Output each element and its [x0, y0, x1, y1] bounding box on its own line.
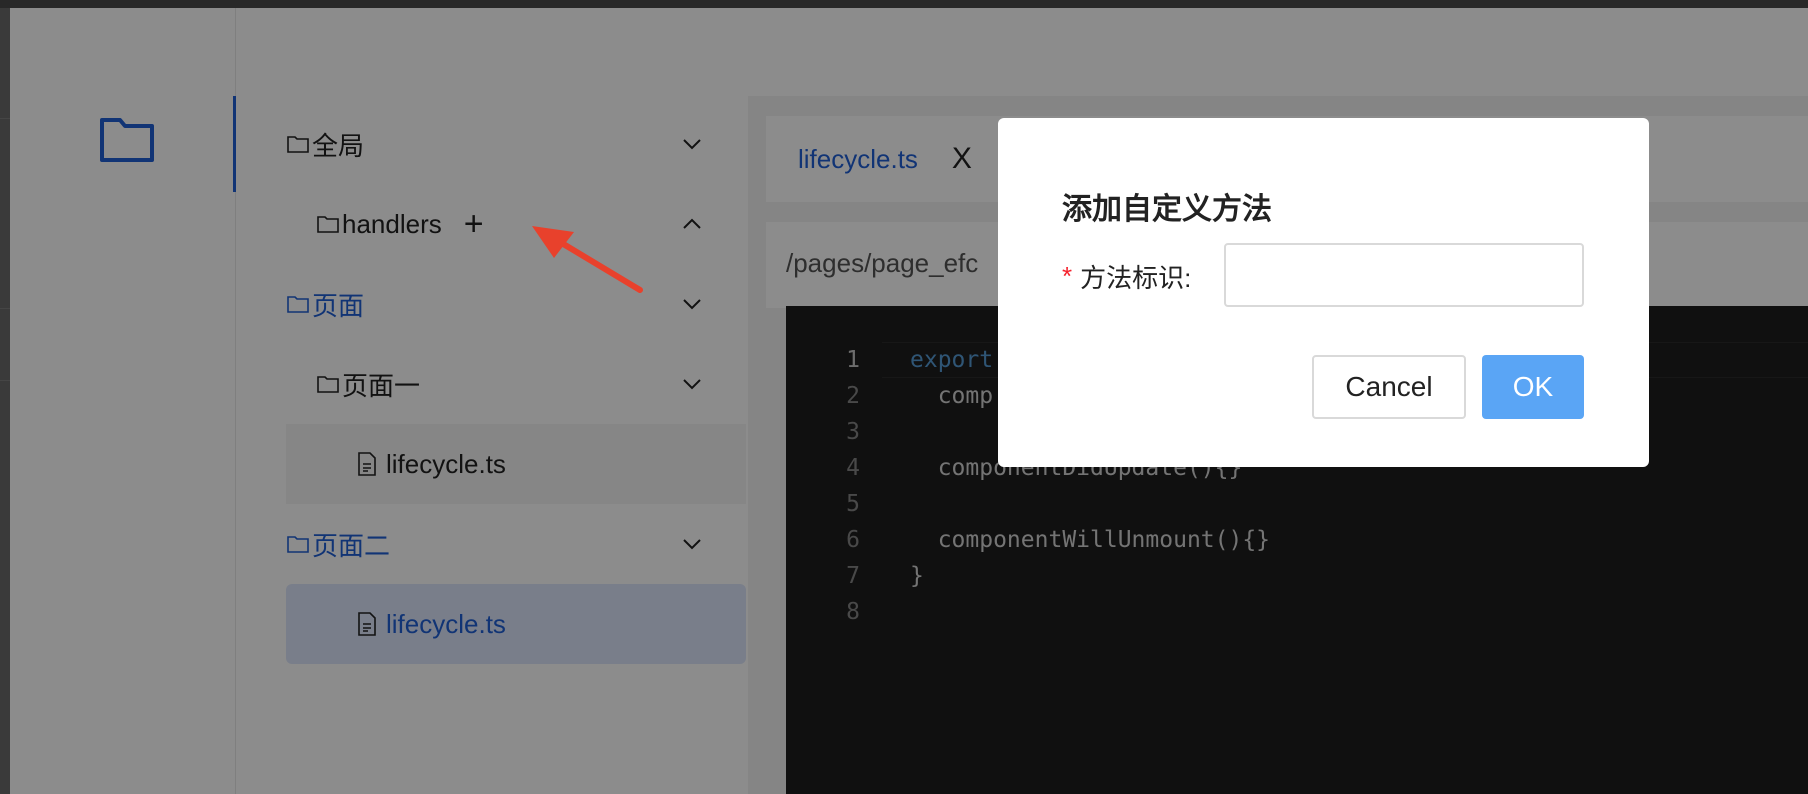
add-method-dialog: 添加自定义方法 * 方法标识: Cancel OK [998, 118, 1649, 467]
ok-button[interactable]: OK [1482, 355, 1584, 419]
method-id-form-row: * 方法标识: [1062, 244, 1191, 308]
dialog-title: 添加自定义方法 [1062, 193, 1272, 226]
method-id-input[interactable] [1224, 243, 1584, 307]
cancel-button[interactable]: Cancel [1312, 355, 1466, 419]
method-id-label: 方法标识: [1080, 262, 1192, 293]
annotation-arrow-icon [532, 226, 643, 293]
required-mark: * [1062, 260, 1073, 291]
